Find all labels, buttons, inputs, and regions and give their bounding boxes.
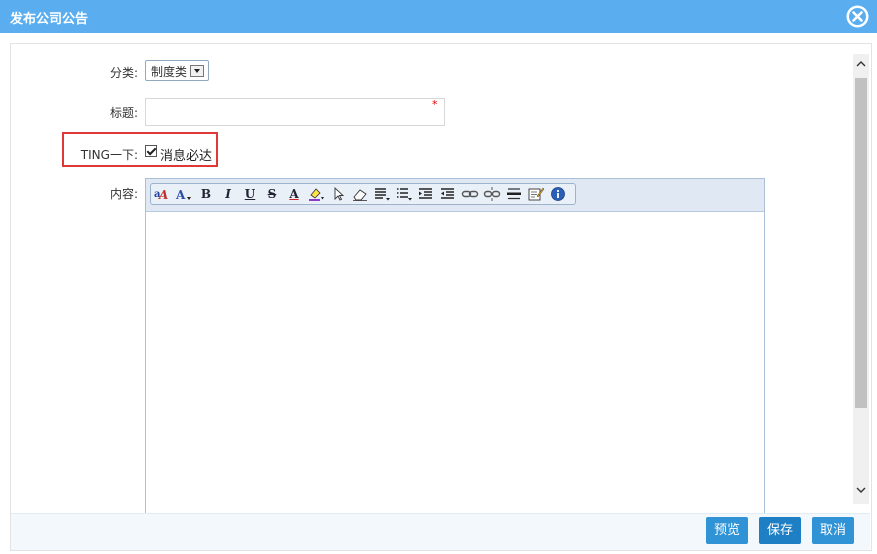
format-font-icon[interactable]: aA [153, 186, 171, 202]
bold-button[interactable]: B [197, 186, 215, 202]
required-mark: * [432, 98, 438, 111]
edit-source-icon[interactable] [527, 186, 545, 202]
unlink-icon[interactable] [483, 186, 501, 202]
cancel-button[interactable]: 取消 [812, 517, 854, 544]
strikethrough-button[interactable]: S [263, 186, 281, 202]
scroll-down-icon[interactable] [855, 484, 867, 496]
save-button[interactable]: 保存 [759, 517, 801, 544]
eraser-icon[interactable] [351, 186, 369, 202]
title-label: 标题: [109, 106, 138, 120]
preview-button[interactable]: 预览 [706, 517, 748, 544]
content-label: 内容: [109, 187, 138, 201]
highlight-color-icon[interactable] [307, 186, 325, 202]
svg-text:A: A [175, 188, 186, 202]
italic-button[interactable]: I [219, 186, 237, 202]
align-icon[interactable] [373, 186, 391, 202]
underline-button[interactable]: U [241, 186, 259, 202]
editor-toolbar: aA A B I U S A [150, 183, 576, 205]
list-icon[interactable] [395, 186, 413, 202]
category-select[interactable]: 制度类 [145, 60, 209, 81]
ting-checkbox[interactable] [145, 145, 157, 157]
ting-checkbox-label[interactable]: 消息必达 [160, 145, 212, 164]
ting-label: TING一下: [80, 148, 138, 162]
cursor-select-icon[interactable] [329, 186, 347, 202]
category-label: 分类: [109, 66, 138, 80]
title-input[interactable] [145, 98, 445, 126]
scrollbar-thumb[interactable] [855, 78, 867, 408]
horizontal-rule-icon[interactable] [505, 186, 523, 202]
indent-icon[interactable] [417, 186, 435, 202]
info-icon[interactable] [549, 186, 567, 202]
close-icon[interactable] [845, 4, 870, 29]
outdent-icon[interactable] [439, 186, 457, 202]
scroll-up-icon[interactable] [855, 58, 867, 70]
font-size-icon[interactable]: A [175, 186, 193, 202]
link-icon[interactable] [461, 186, 479, 202]
chevron-down-icon[interactable] [190, 65, 204, 77]
category-selected-value: 制度类 [151, 65, 188, 79]
font-color-button[interactable]: A [285, 186, 303, 202]
rich-text-editor[interactable]: aA A B I U S A [145, 178, 765, 520]
dialog-title: 发布公司公告 [10, 12, 89, 27]
svg-text:A: A [158, 188, 168, 202]
dialog-titlebar [0, 0, 877, 33]
